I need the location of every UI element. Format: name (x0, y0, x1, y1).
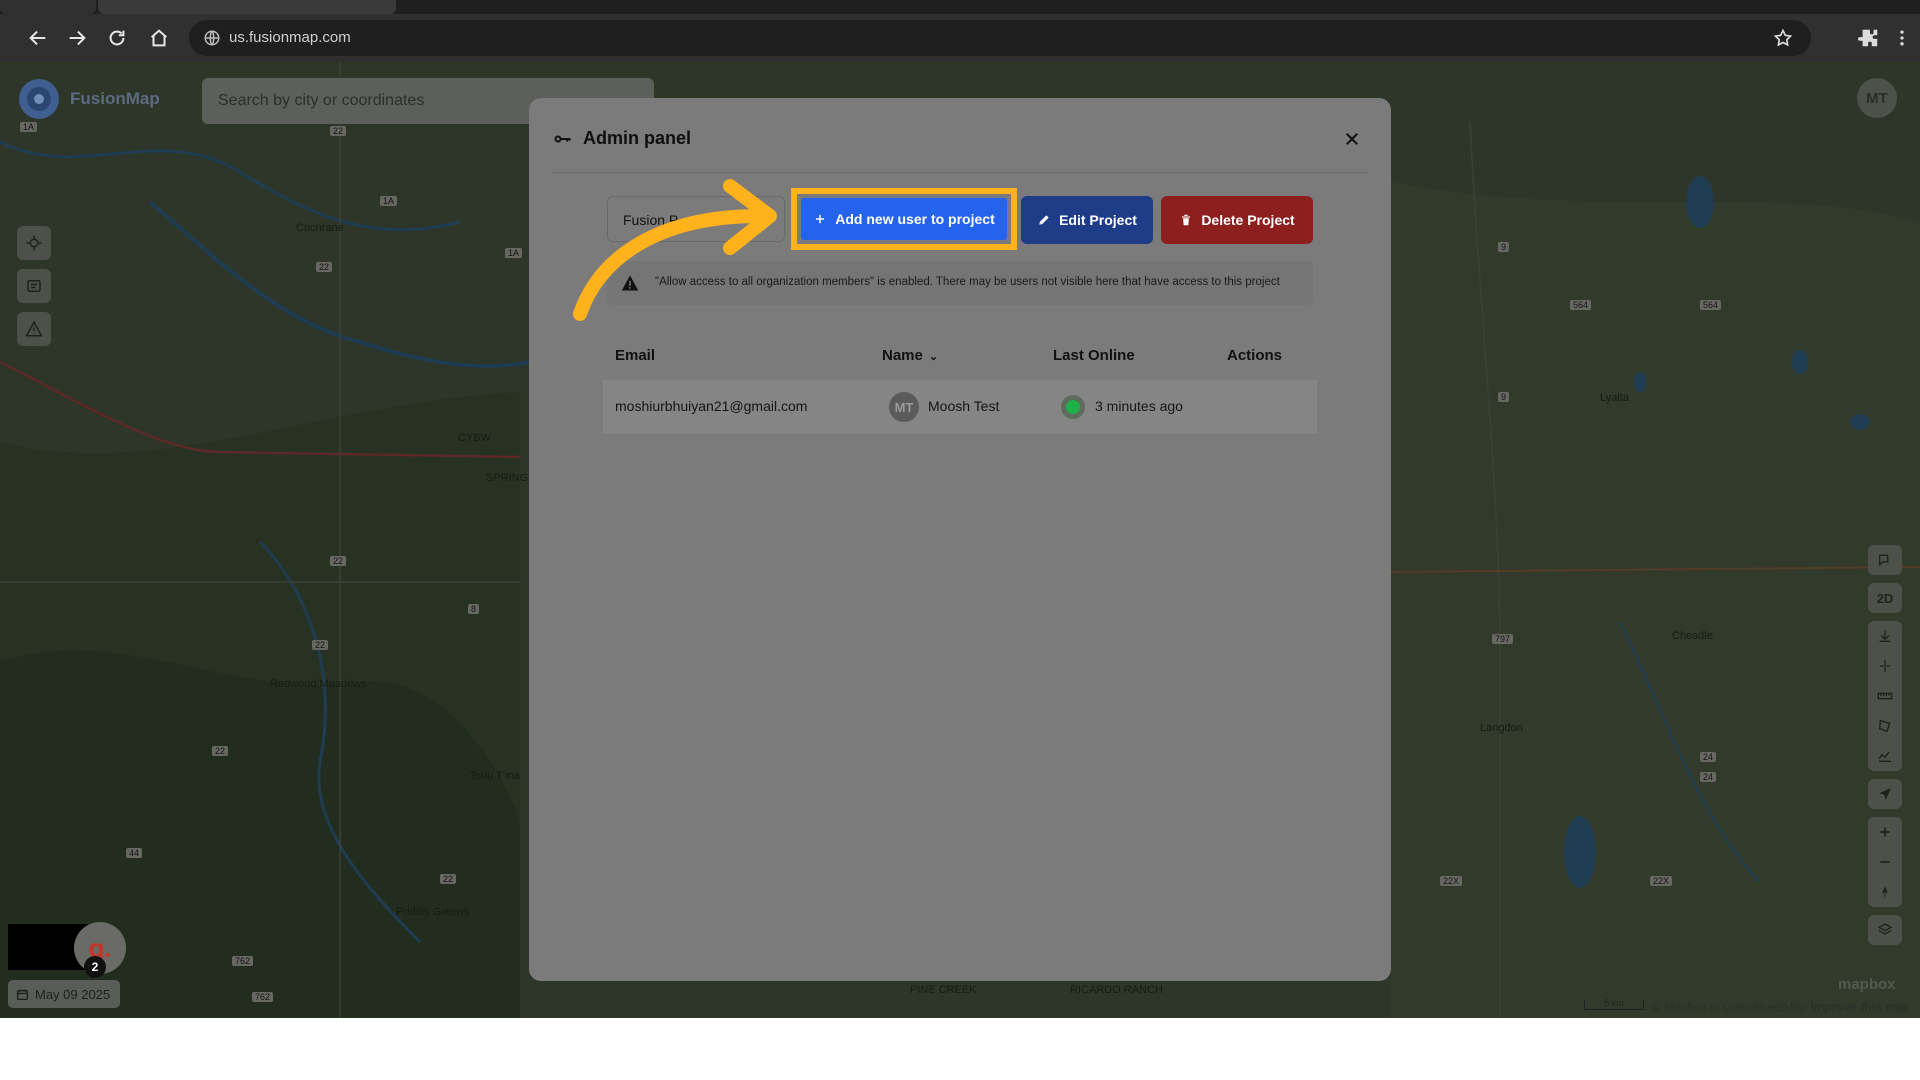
user-name: Moosh Test (928, 398, 1000, 414)
ruler-icon[interactable] (1868, 681, 1902, 711)
fusionmap-logo[interactable]: FusionMap (16, 76, 160, 122)
elevation-profile-icon[interactable] (1868, 741, 1902, 771)
plus-icon (816, 214, 825, 224)
modal-divider (553, 172, 1367, 173)
notes-icon[interactable] (17, 269, 51, 303)
improve-map-link[interactable]: Improve this map (1810, 1000, 1909, 1014)
user-email: moshiurbhuiyan21@gmail.com (615, 398, 808, 414)
address-bar[interactable]: us.fusionmap.com (189, 20, 1811, 56)
delete-project-label: Delete Project (1201, 212, 1295, 228)
zoom-in-icon[interactable] (1868, 817, 1902, 847)
view-mode-toggle[interactable]: 2D (1868, 583, 1902, 613)
download-icon[interactable] (1868, 621, 1902, 651)
column-name[interactable]: Name ⌄ (882, 347, 938, 364)
trash-icon (1182, 214, 1191, 226)
tutorial-arrow-icon (573, 179, 777, 321)
browser-menu-icon[interactable] (1888, 24, 1916, 52)
column-last-online[interactable]: Last Online (1053, 347, 1135, 364)
table-row[interactable]: moshiurbhuiyan21@gmail.com MT Moosh Test… (603, 380, 1317, 434)
sort-chevron-icon: ⌄ (928, 351, 939, 363)
add-user-button[interactable]: Add new user to project (801, 198, 1007, 240)
modal-header: Admin panel (553, 128, 691, 149)
map-attribution: © Mapbox © OpenStreetMap Improve this ma… (1652, 1000, 1910, 1014)
date-text: May 09 2025 (35, 986, 111, 1002)
modal-title: Admin panel (583, 128, 692, 148)
delete-project-button[interactable]: Delete Project (1161, 196, 1313, 244)
app-name: FusionMap (70, 89, 160, 108)
right-toolbar: 2D (1868, 545, 1902, 953)
user-avatar-top[interactable]: MT (1857, 78, 1897, 118)
compass-icon[interactable] (1868, 877, 1902, 907)
ai-chat-icon[interactable] (1868, 545, 1902, 575)
draw-polygon-icon[interactable] (1868, 711, 1902, 741)
map-scale: 5 km (1584, 999, 1644, 1010)
edit-project-button[interactable]: Edit Project (1021, 196, 1153, 244)
reload-icon[interactable] (103, 24, 131, 52)
key-icon (554, 135, 571, 142)
browser-toolbar: us.fusionmap.com (0, 14, 1920, 62)
home-icon[interactable] (145, 24, 173, 52)
warning-icon[interactable] (17, 312, 51, 346)
notification-count: 2 (84, 956, 106, 978)
left-toolbar (17, 226, 51, 355)
column-name-label: Name (882, 347, 923, 364)
online-status-icon (1061, 395, 1085, 419)
date-picker[interactable]: May 09 2025 (8, 980, 121, 1008)
layers-icon[interactable] (1868, 915, 1902, 945)
browser-tab-active[interactable] (98, 0, 396, 14)
pencil-icon (1039, 215, 1049, 225)
column-actions: Actions (1227, 347, 1283, 364)
fusionmap-logo-icon (19, 79, 59, 119)
browser-tab[interactable] (0, 0, 96, 14)
mapbox-logo[interactable]: mapbox (1838, 976, 1896, 993)
search-placeholder: Search by city or coordinates (218, 92, 425, 109)
users-table-header: Email Name ⌄ Last Online Actions (603, 343, 1317, 369)
calendar-icon (16, 989, 29, 1000)
add-user-label: Add new user to project (835, 211, 995, 227)
browser-tabstrip (0, 0, 1920, 14)
forward-icon[interactable] (63, 24, 91, 52)
zoom-out-icon[interactable] (1868, 847, 1902, 877)
last-online-value: 3 minutes ago (1095, 398, 1183, 414)
compare-icon[interactable] (1868, 651, 1902, 681)
avatar: MT (889, 392, 919, 422)
extensions-icon[interactable] (1855, 24, 1883, 52)
navigate-icon[interactable] (1868, 779, 1902, 809)
site-info-icon[interactable] (203, 29, 221, 47)
locate-icon[interactable] (17, 226, 51, 260)
attribution-text[interactable]: © Mapbox © OpenStreetMap (1652, 1000, 1807, 1014)
column-email[interactable]: Email (615, 347, 655, 364)
back-icon[interactable] (24, 24, 52, 52)
url-text[interactable]: us.fusionmap.com (229, 29, 351, 46)
bookmark-star-icon[interactable] (1773, 28, 1793, 48)
edit-project-label: Edit Project (1059, 212, 1137, 228)
close-icon[interactable] (1341, 128, 1363, 150)
